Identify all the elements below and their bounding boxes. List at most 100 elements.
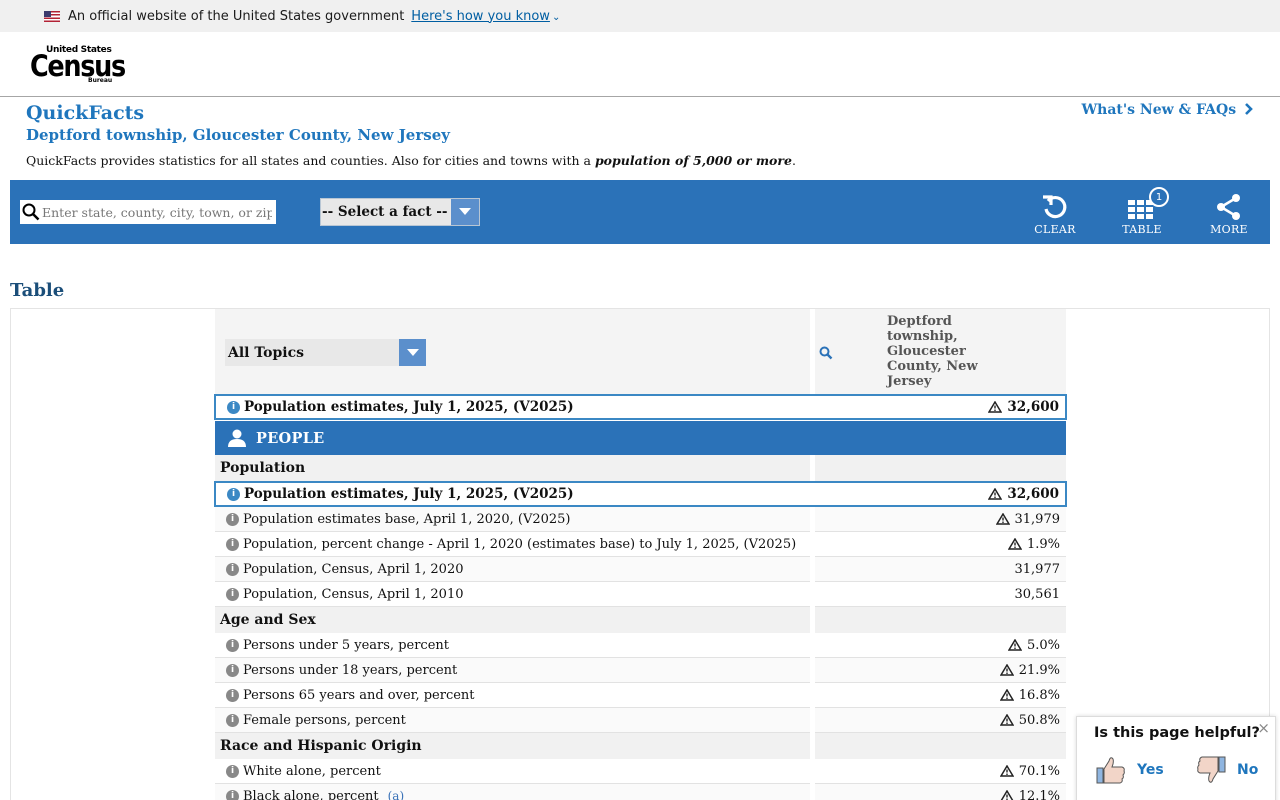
table-grid-icon: 1 [1112,187,1172,222]
table-row[interactable]: i Population, Census, April 1, 2020 31,977 [215,557,1066,582]
no-label: No [1237,762,1259,778]
table-row[interactable]: i Population, Census, April 1, 2010 30,561 [215,582,1066,607]
row-value: 5.0% [815,633,1066,658]
info-icon[interactable]: i [226,562,239,576]
info-icon[interactable]: i [226,663,239,677]
table-row[interactable]: i White alone, percent 70.1% [215,759,1066,784]
fact-label: Population estimates, July 1, 2025, (V20… [244,486,574,502]
row-value: 16.8% [815,683,1066,708]
how-you-know-link[interactable]: Here's how you know ⌄ [411,9,560,24]
row-value: 12.1% [815,784,1066,800]
people-section-bar[interactable]: PEOPLE [215,421,1066,455]
page-description: QuickFacts provides statistics for all s… [26,153,796,168]
table-row[interactable]: i Persons 65 years and over, percent 16.8% [215,683,1066,708]
logo-bottom-text: Bureau [88,77,113,84]
info-icon[interactable]: i [226,688,239,702]
select-fact-label: -- Select a fact -- [322,204,448,220]
row-label: i Population, Census, April 1, 2010 [215,582,810,607]
table-row[interactable]: i Persons under 18 years, percent 21.9% [215,658,1066,683]
top-population-row[interactable]: i Population estimates, July 1, 2025, (V2… [214,394,1067,420]
geo-search-icon[interactable] [819,345,833,364]
info-icon[interactable]: i [226,789,239,800]
chevron-down-icon: ⌄ [551,11,561,23]
row-value: 30,561 [815,582,1066,607]
topics-cell: All Topics [215,309,810,394]
fact-value: 31,977 [1014,561,1061,577]
warning-triangle-icon[interactable] [1000,790,1014,800]
row-value: 70.1% [815,759,1066,784]
table-button[interactable]: 1 TABLE [1112,187,1172,236]
warning-triangle-icon[interactable] [999,664,1014,676]
warning-triangle-icon[interactable] [999,765,1014,777]
yes-label: Yes [1137,762,1164,778]
row-value: 31,979 [815,507,1066,532]
fact-value: 32,600 [1007,486,1059,502]
warning-triangle-icon[interactable] [999,689,1014,701]
desc-end: . [791,153,796,168]
section-population: Population [215,455,1066,481]
fact-value: 32,600 [1007,399,1059,415]
info-icon[interactable]: i [227,487,240,501]
table-row[interactable]: i Black alone, percent (a) 12.1% [215,784,1066,800]
search-input[interactable] [42,204,272,220]
more-button[interactable]: MORE [1199,192,1259,236]
topics-dropdown[interactable]: All Topics [225,339,426,366]
select-fact-dropdown[interactable]: -- Select a fact -- [320,198,480,226]
info-icon[interactable]: i [226,638,239,652]
topics-label: All Topics [228,344,305,361]
feedback-no-button[interactable]: No [1195,755,1258,785]
fact-value: 5.0% [1026,637,1060,653]
dropdown-arrow-icon[interactable] [451,199,479,225]
geography-column-header: Deptford township, Gloucester County, Ne… [815,309,1066,394]
info-icon[interactable]: i [226,764,239,778]
info-icon[interactable]: i [226,512,239,526]
refresh-icon [1025,192,1085,222]
table-label: TABLE [1122,223,1162,236]
fact-value: 16.8% [1018,687,1060,703]
dropdown-arrow-icon[interactable] [399,339,426,366]
clear-button[interactable]: CLEAR [1025,192,1085,236]
location-title: Deptford township, Gloucester County, Ne… [26,126,450,144]
close-icon[interactable]: × [1257,719,1270,737]
warning-triangle-icon[interactable] [999,714,1014,726]
search-box [20,200,276,224]
feedback-widget: Is this page helpful? × Yes No [1076,716,1276,800]
fact-label: Persons under 18 years, percent [243,662,458,678]
thumbs-down-icon [1197,756,1226,783]
table-row[interactable]: i Population estimates, July 1, 2025, (V2… [214,481,1067,507]
feedback-yes-button[interactable]: Yes [1095,755,1164,785]
thumbs-up-icon [1096,757,1125,784]
feedback-title: Is this page helpful? [1094,725,1260,741]
warning-triangle-icon[interactable] [988,488,1003,500]
warning-triangle-icon[interactable] [995,513,1010,525]
how-you-know-label: Here's how you know [411,8,550,24]
row-label: i Population estimates, July 1, 2025, (V2… [216,483,810,505]
info-icon[interactable]: i [226,713,239,727]
table-row[interactable]: i Population estimates base, April 1, 202… [215,507,1066,532]
warning-triangle-icon[interactable] [1007,639,1022,651]
fact-value: 1.9% [1026,536,1060,552]
census-logo[interactable]: United States Census Bureau [30,45,126,85]
warning-triangle-icon[interactable] [1007,538,1022,550]
row-label: i Population, percent change - April 1, 2… [215,532,810,557]
info-icon[interactable]: i [227,400,240,414]
row-value: 32,600 [815,483,1065,505]
warning-triangle-icon[interactable] [988,401,1003,413]
whats-new-link[interactable]: What's New & FAQs [1081,102,1254,118]
gov-banner: An official website of the United States… [0,0,1280,32]
section-age-sex: Age and Sex [215,607,1066,633]
fact-label: Population estimates, July 1, 2025, (V20… [244,399,574,415]
table-row[interactable]: i Population, percent change - April 1, 2… [215,532,1066,557]
page-title: QuickFacts [26,102,145,124]
table-row[interactable]: i Female persons, percent 50.8% [215,708,1066,733]
info-icon[interactable]: i [226,537,239,551]
people-label: PEOPLE [256,429,325,447]
fact-label: Persons under 5 years, percent [243,637,449,653]
desc-bold: population of 5,000 or more [594,153,792,168]
row-value: 1.9% [815,532,1066,557]
info-icon[interactable]: i [226,587,239,601]
table-row[interactable]: i Persons under 5 years, percent 5.0% [215,633,1066,658]
title-area: QuickFacts Deptford township, Gloucester… [0,97,1280,180]
footnote-link[interactable]: (a) [388,789,405,800]
search-icon[interactable] [20,201,42,223]
